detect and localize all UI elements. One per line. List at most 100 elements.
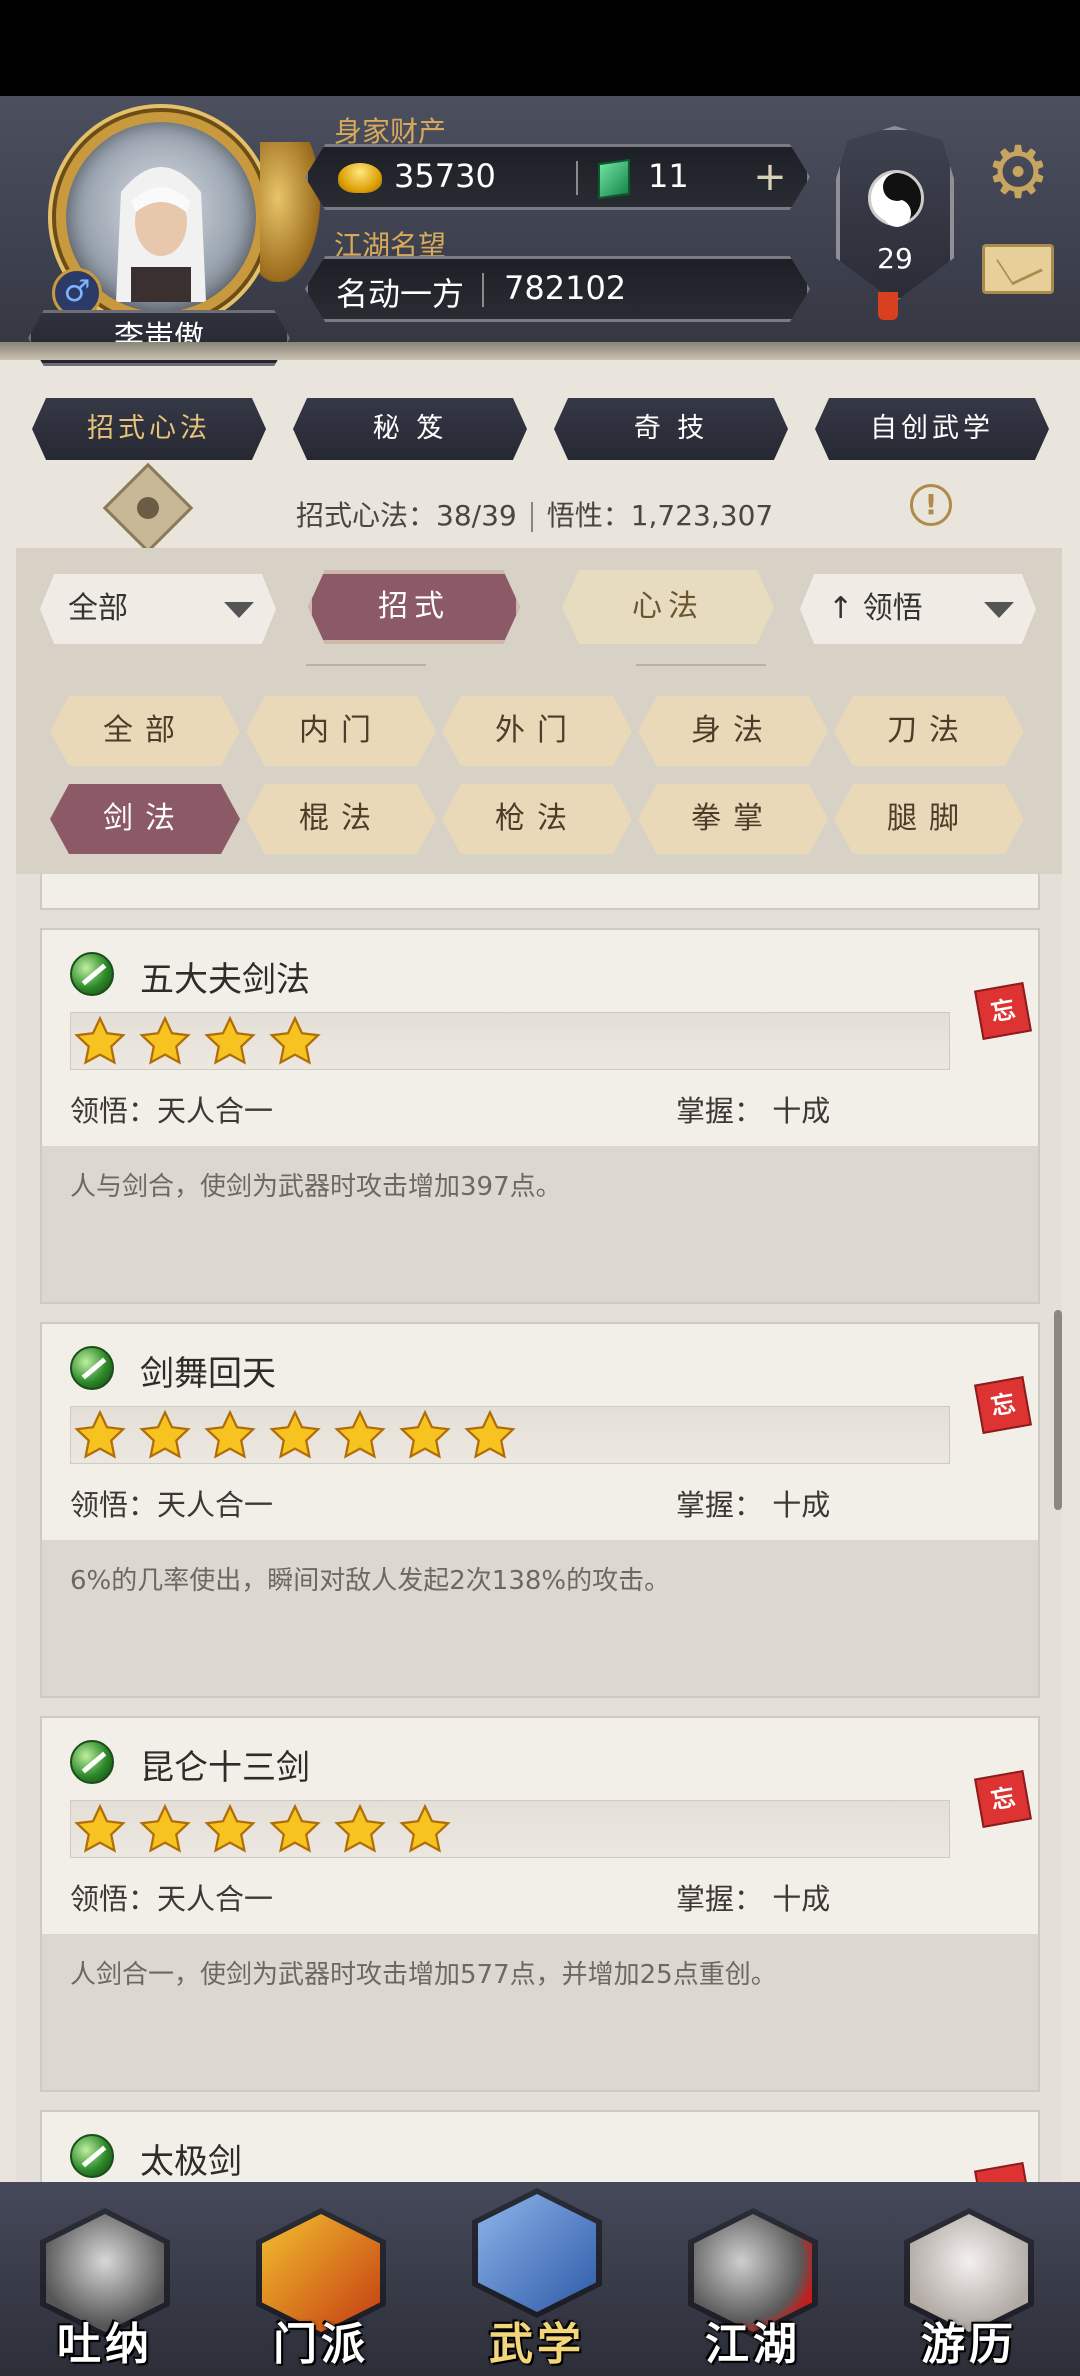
- star-icon: [203, 1803, 257, 1857]
- portrait-figure: [116, 167, 206, 302]
- star-icon: [138, 1409, 192, 1463]
- scrollbar[interactable]: [1054, 1310, 1062, 1510]
- sword-skill-icon: [70, 952, 114, 996]
- star-rating: [70, 1406, 950, 1464]
- star-icon: [268, 1015, 322, 1069]
- fame-bar: 名动一方 782102: [305, 256, 810, 322]
- fame-title: 名动一方: [336, 275, 465, 313]
- wealth-bar: 35730 11 +: [305, 144, 810, 210]
- pill-mind[interactable]: 心法: [562, 570, 774, 644]
- forget-button[interactable]: 忘: [974, 1376, 1032, 1434]
- jade-icon: [598, 158, 630, 200]
- skill-description: 6%的几率使出，瞬间对敌人发起2次138%的攻击。: [42, 1540, 1038, 1696]
- nav-label: 吐纳: [57, 2319, 153, 2370]
- star-icon: [203, 1015, 257, 1069]
- star-icon: [463, 1409, 517, 1463]
- ornament-line: [306, 664, 426, 666]
- yinyang-icon: [868, 170, 924, 226]
- jade-amount: 11: [648, 157, 689, 195]
- cat-sword[interactable]: 剑法: [50, 784, 240, 854]
- cat-blade[interactable]: 刀法: [834, 696, 1024, 766]
- status-bar: [0, 0, 1080, 96]
- nav-jianghu[interactable]: 江湖: [678, 2208, 828, 2376]
- star-icon: [398, 1803, 452, 1857]
- dragon-ornament-icon: [260, 142, 320, 282]
- ornament-line: [636, 664, 766, 666]
- star-icon: [138, 1803, 192, 1857]
- star-icon: [268, 1803, 322, 1857]
- mastery-level: 掌握： 十成: [676, 1488, 831, 1522]
- bottom-nav: 吐纳 门派 武学 江湖 游历: [0, 2182, 1080, 2376]
- level-badge[interactable]: 29: [836, 126, 954, 302]
- cat-leg[interactable]: 腿脚: [834, 784, 1024, 854]
- type-dropdown[interactable]: 全部: [40, 574, 276, 644]
- nav-label: 江湖: [705, 2319, 801, 2370]
- eye-icon[interactable]: [102, 462, 194, 554]
- skill-title: 五大夫剑法: [140, 960, 310, 1000]
- add-currency-button[interactable]: +: [748, 155, 792, 199]
- cat-staff[interactable]: 棍法: [246, 784, 436, 854]
- insight-level: 领悟：天人合一: [70, 1094, 274, 1128]
- skill-list[interactable]: 五大夫剑法 忘 领悟：天人合一 掌握： 十成 人与剑合，使剑为武器时攻击增加39…: [16, 874, 1062, 2182]
- gold-ingot-icon: [338, 163, 382, 193]
- skill-title: 太极剑: [140, 2142, 242, 2182]
- info-icon[interactable]: !: [910, 484, 952, 526]
- tab-special-skills[interactable]: 奇 技: [554, 398, 788, 460]
- forget-button[interactable]: [974, 2162, 1032, 2182]
- cat-fist[interactable]: 拳掌: [638, 784, 828, 854]
- star-icon: [203, 1409, 257, 1463]
- insight-level: 领悟：天人合一: [70, 1488, 274, 1522]
- divider: [482, 273, 484, 307]
- chevron-down-icon: [984, 602, 1014, 618]
- divider: [576, 161, 578, 195]
- nav-sect[interactable]: 门派: [246, 2208, 396, 2376]
- sort-dropdown[interactable]: ↑ 领悟: [800, 574, 1036, 644]
- star-icon: [333, 1803, 387, 1857]
- skill-card[interactable]: 剑舞回天 忘 领悟：天人合一 掌握： 十成 6%的几率使出，瞬间对敌人发起2次1…: [40, 1322, 1040, 1698]
- sword-skill-icon: [70, 1740, 114, 1784]
- star-icon: [73, 1803, 127, 1857]
- skill-card[interactable]: 昆仑十三剑 忘 领悟：天人合一 掌握： 十成 人剑合一，使剑为武器时攻击增加57…: [40, 1716, 1040, 2092]
- cat-spear[interactable]: 枪法: [442, 784, 632, 854]
- star-rating: [70, 1800, 950, 1858]
- tab-moves-mind[interactable]: 招式心法: [32, 398, 266, 460]
- star-icon: [268, 1409, 322, 1463]
- skill-description: 人剑合一，使剑为武器时攻击增加577点，并增加25点重创。: [42, 1934, 1038, 2090]
- top-tabs: 招式心法 秘 笈 奇 技 自创武学: [0, 398, 1080, 468]
- list-item: [40, 874, 1040, 910]
- cat-outer[interactable]: 外门: [442, 696, 632, 766]
- nav-label: 门派: [273, 2319, 369, 2370]
- mastery-level: 掌握： 十成: [676, 1094, 831, 1128]
- stats-line: 招式心法：38/39 悟性：1,723,307: [296, 494, 773, 534]
- nav-travel[interactable]: 游历: [894, 2208, 1044, 2376]
- nav-martial-arts[interactable]: 武学: [462, 2188, 612, 2376]
- star-icon: [73, 1015, 127, 1069]
- star-icon: [73, 1409, 127, 1463]
- nav-label: 武学: [489, 2319, 585, 2370]
- book-icon: [472, 2188, 602, 2318]
- skill-card[interactable]: 太极剑: [40, 2110, 1040, 2182]
- level-number: 29: [877, 242, 913, 275]
- cat-inner[interactable]: 内门: [246, 696, 436, 766]
- cat-movement[interactable]: 身法: [638, 696, 828, 766]
- tab-self-created[interactable]: 自创武学: [815, 398, 1049, 460]
- player-header: ♂ 李蚩傲 身家财产 35730 11 + 江湖名望 名动一方 782102 2…: [0, 96, 1080, 366]
- sword-skill-icon: [70, 1346, 114, 1390]
- skill-card[interactable]: 五大夫剑法 忘 领悟：天人合一 掌握： 十成 人与剑合，使剑为武器时攻击增加39…: [40, 928, 1040, 1304]
- settings-gear-icon[interactable]: ⚙: [980, 134, 1056, 210]
- tab-secret-books[interactable]: 秘 笈: [293, 398, 527, 460]
- star-icon: [398, 1409, 452, 1463]
- gold-amount: 35730: [394, 157, 496, 195]
- forget-button[interactable]: 忘: [974, 1770, 1032, 1828]
- skill-description: 人与剑合，使剑为武器时攻击增加397点。: [42, 1146, 1038, 1302]
- pill-moves[interactable]: 招式: [308, 570, 520, 644]
- nav-meditate[interactable]: 吐纳: [30, 2208, 180, 2376]
- sort-value: ↑ 领悟: [828, 591, 923, 626]
- fame-value: 782102: [504, 269, 627, 307]
- sword-skill-icon: [70, 2134, 114, 2178]
- forget-button[interactable]: 忘: [974, 982, 1032, 1040]
- mail-icon[interactable]: [982, 244, 1054, 294]
- tassel-icon: [878, 292, 898, 320]
- moves-count: 招式心法：38/39: [296, 499, 517, 532]
- cat-all[interactable]: 全部: [50, 696, 240, 766]
